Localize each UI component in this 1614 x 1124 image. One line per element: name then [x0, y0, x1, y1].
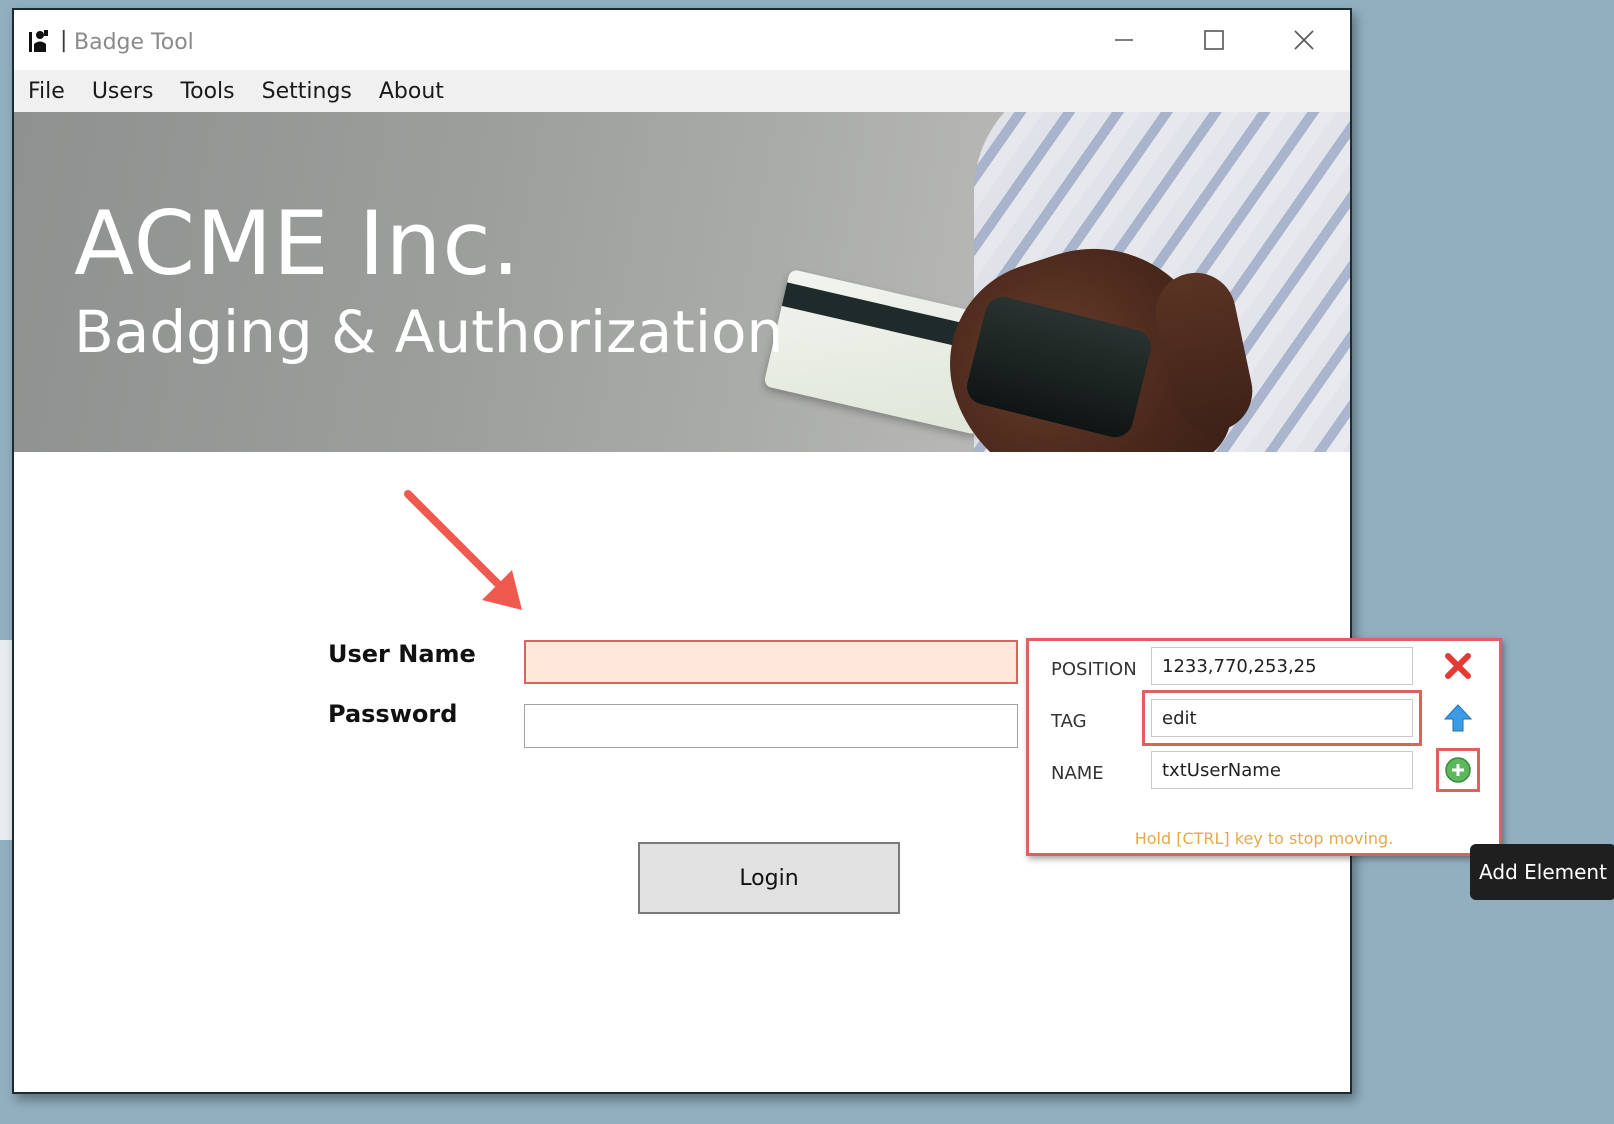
login-button[interactable]: Login	[638, 842, 900, 914]
green-plus-icon	[1445, 757, 1471, 783]
title-separator: |	[60, 28, 68, 53]
app-window: | Badge Tool File Users Tools Settings A…	[12, 8, 1352, 1094]
name-label: NAME	[1051, 763, 1104, 784]
app-icon	[29, 30, 48, 52]
element-inspector-panel: POSITION 1233,770,253,25 TAG edit NAME t…	[1026, 638, 1502, 856]
password-label: Password	[328, 700, 458, 728]
username-input[interactable]	[524, 640, 1018, 684]
inspector-hint: Hold [CTRL] key to stop moving.	[1134, 829, 1394, 848]
maximize-icon	[1204, 30, 1224, 50]
password-input[interactable]	[524, 704, 1018, 748]
position-field[interactable]: 1233,770,253,25	[1151, 647, 1413, 685]
maximize-button[interactable]	[1174, 10, 1254, 70]
up-arrow-icon	[1443, 704, 1473, 732]
banner-title: ACME Inc.	[74, 192, 521, 295]
red-x-icon	[1445, 653, 1471, 679]
minimize-icon	[1115, 39, 1133, 41]
tag-label: TAG	[1051, 711, 1087, 732]
window-title: Badge Tool	[74, 30, 194, 55]
red-arrow-annotation	[404, 490, 522, 610]
menu-users[interactable]: Users	[92, 75, 154, 108]
banner-subtitle: Badging & Authorization	[74, 298, 784, 366]
username-label: User Name	[328, 640, 476, 668]
tag-field[interactable]: edit	[1142, 690, 1422, 746]
delete-button[interactable]	[1441, 649, 1475, 683]
menu-tools[interactable]: Tools	[180, 75, 234, 108]
close-button[interactable]	[1264, 10, 1344, 70]
menu-about[interactable]: About	[379, 75, 444, 108]
position-label: POSITION	[1051, 659, 1137, 680]
close-icon	[1294, 30, 1314, 50]
title-bar: | Badge Tool	[14, 10, 1350, 70]
move-up-button[interactable]	[1441, 701, 1475, 735]
minimize-button[interactable]	[1084, 10, 1164, 70]
menu-bar: File Users Tools Settings About	[14, 70, 1350, 112]
menu-settings[interactable]: Settings	[262, 75, 352, 108]
menu-file[interactable]: File	[28, 75, 65, 108]
name-field[interactable]: txtUserName	[1151, 751, 1413, 789]
add-element-button[interactable]	[1436, 748, 1480, 792]
add-element-tooltip: Add Element	[1470, 844, 1614, 900]
banner-image: ACME Inc. Badging & Authorization	[14, 112, 1350, 452]
